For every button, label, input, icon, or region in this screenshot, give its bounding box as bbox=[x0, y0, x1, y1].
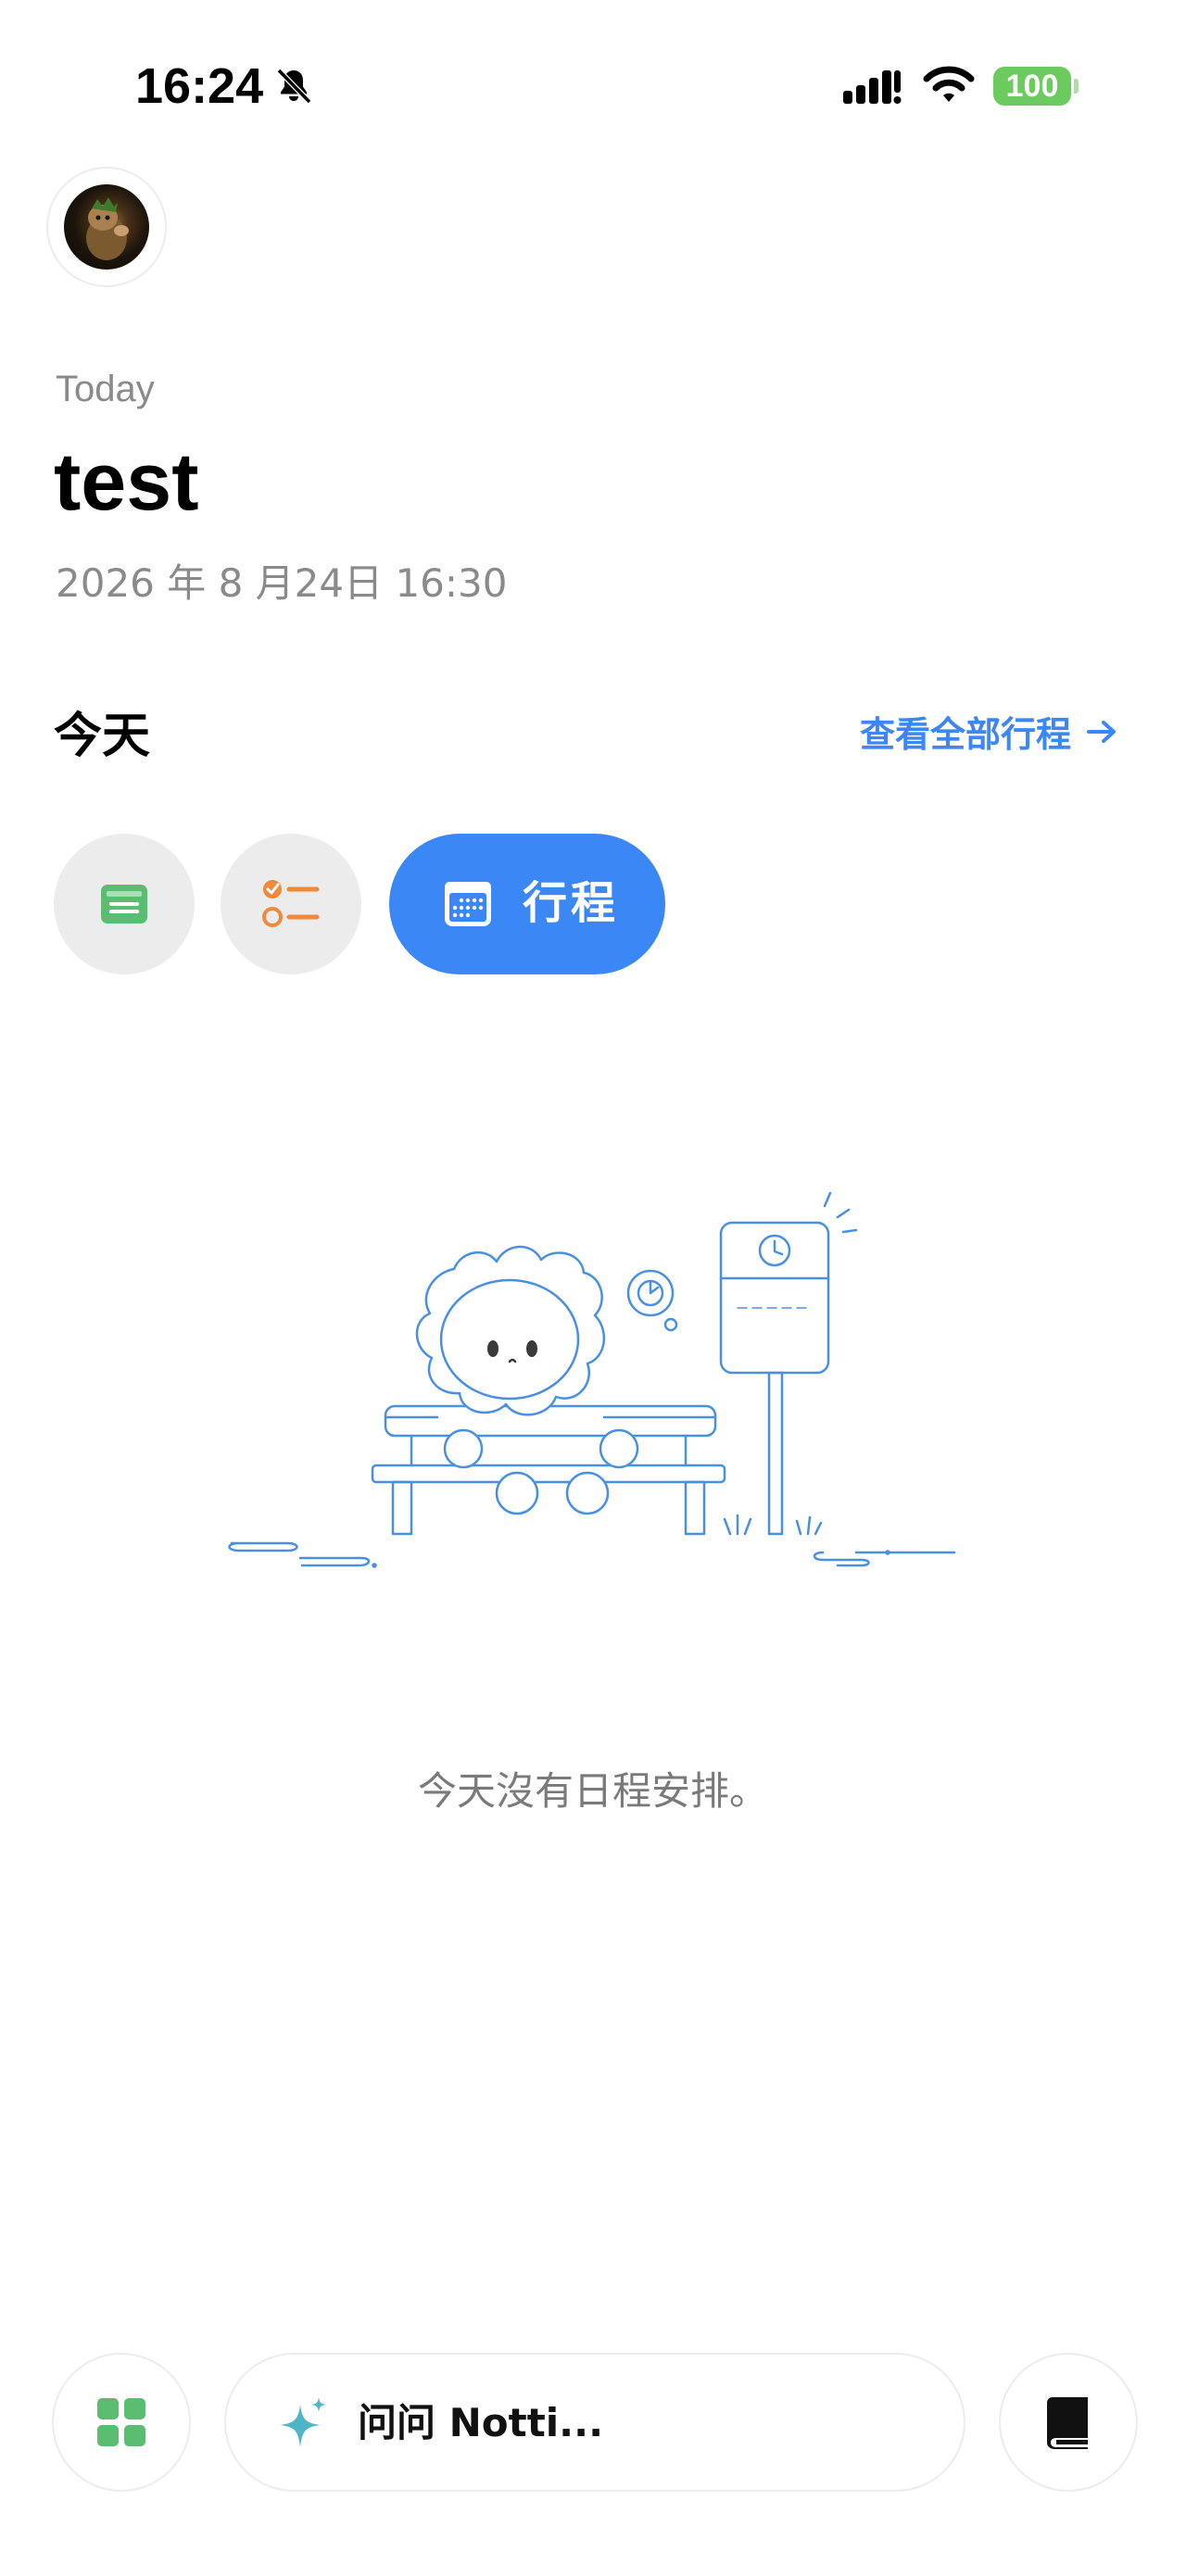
cellular-signal-icon bbox=[843, 70, 902, 104]
ask-notti-placeholder: 问问 Notti... bbox=[358, 2400, 604, 2445]
battery-icon: 100 bbox=[993, 67, 1079, 106]
grid-icon bbox=[97, 2398, 145, 2446]
tab-notes[interactable] bbox=[54, 834, 195, 974]
bell-slash-icon bbox=[276, 68, 312, 105]
note-title[interactable]: test bbox=[54, 435, 199, 528]
view-all-label: 查看全部行程 bbox=[860, 714, 1072, 755]
wifi-icon bbox=[923, 66, 975, 102]
note-card-icon bbox=[101, 885, 147, 924]
note-date: 2026 年 8 月24日 16:30 bbox=[56, 560, 508, 606]
library-button[interactable] bbox=[999, 2353, 1138, 2492]
tab-schedule[interactable]: 行程 bbox=[389, 834, 665, 974]
avatar-image bbox=[64, 184, 149, 270]
note-label: Today bbox=[56, 369, 155, 409]
section-title: 今天 bbox=[54, 709, 151, 764]
tab-tasks[interactable] bbox=[221, 834, 361, 974]
status-time: 16:24 bbox=[135, 58, 264, 114]
view-all-schedules-link[interactable]: 查看全部行程 bbox=[860, 706, 1117, 757]
tab-schedule-label: 行程 bbox=[523, 877, 620, 929]
checklist-icon bbox=[262, 880, 320, 927]
empty-state-message: 今天沒有日程安排。 bbox=[417, 1768, 768, 1814]
empty-schedule-illustration bbox=[228, 1191, 956, 1568]
calendar-icon bbox=[445, 882, 491, 926]
ask-notti-input[interactable]: 问问 Notti... bbox=[224, 2353, 965, 2492]
battery-level: 100 bbox=[993, 67, 1071, 106]
sparkle-icon bbox=[280, 2397, 326, 2447]
arrow-right-icon bbox=[1087, 720, 1117, 743]
apps-button[interactable] bbox=[52, 2353, 191, 2492]
avatar[interactable] bbox=[46, 167, 167, 287]
book-icon bbox=[1047, 2397, 1088, 2449]
